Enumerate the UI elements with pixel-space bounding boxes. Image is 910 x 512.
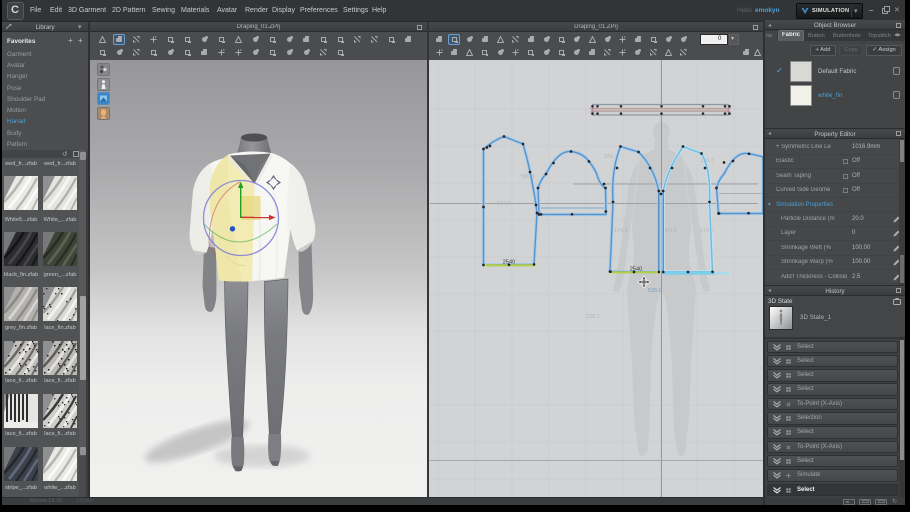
svg-text:174.1: 174.1 xyxy=(614,228,628,234)
svg-text:584.6: 584.6 xyxy=(497,201,511,207)
svg-text:2540: 2540 xyxy=(630,267,642,273)
svg-text:2540: 2540 xyxy=(503,260,515,266)
svg-text:128.1: 128.1 xyxy=(586,314,600,320)
svg-text:535.0: 535.0 xyxy=(648,288,662,294)
